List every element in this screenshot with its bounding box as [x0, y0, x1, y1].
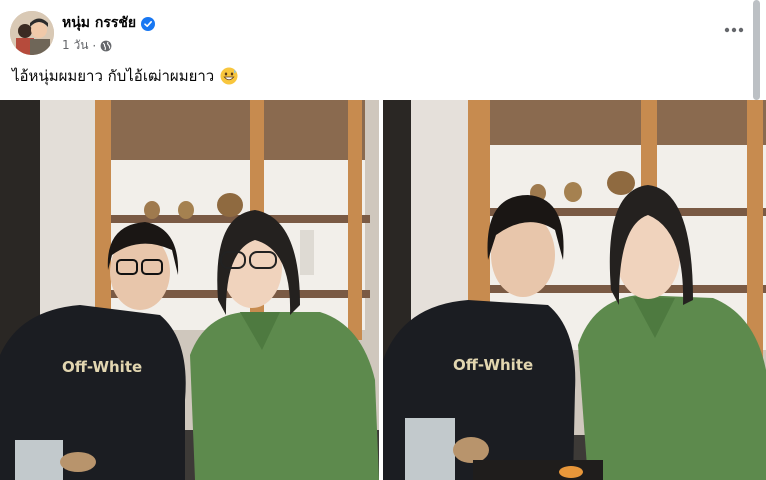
more-options-icon[interactable]	[722, 20, 746, 40]
verified-badge-icon	[141, 16, 156, 31]
globe-icon	[100, 40, 112, 52]
post-caption: ไอ้หนุ่มผมยาว กับไอ้เฒ่าผมยาว	[12, 64, 238, 88]
grinning-sweat-emoji	[220, 67, 238, 85]
author-avatar[interactable]	[10, 11, 54, 55]
post-time[interactable]: 1 วัน	[62, 36, 88, 55]
photo-left[interactable]: Off-White	[0, 100, 379, 480]
post-header: หนุ่ม กรรชัย 1 วัน ·	[0, 0, 766, 62]
hoodie-print-right: Off-White	[453, 356, 533, 374]
scrollbar[interactable]	[753, 0, 760, 100]
author-name[interactable]: หนุ่ม กรรชัย	[62, 12, 136, 34]
meta-separator: ·	[92, 38, 97, 53]
photo-right[interactable]: Off-White	[383, 100, 766, 480]
hoodie-print-left: Off-White	[62, 358, 142, 376]
caption-text: ไอ้หนุ่มผมยาว กับไอ้เฒ่าผมยาว	[12, 67, 215, 85]
